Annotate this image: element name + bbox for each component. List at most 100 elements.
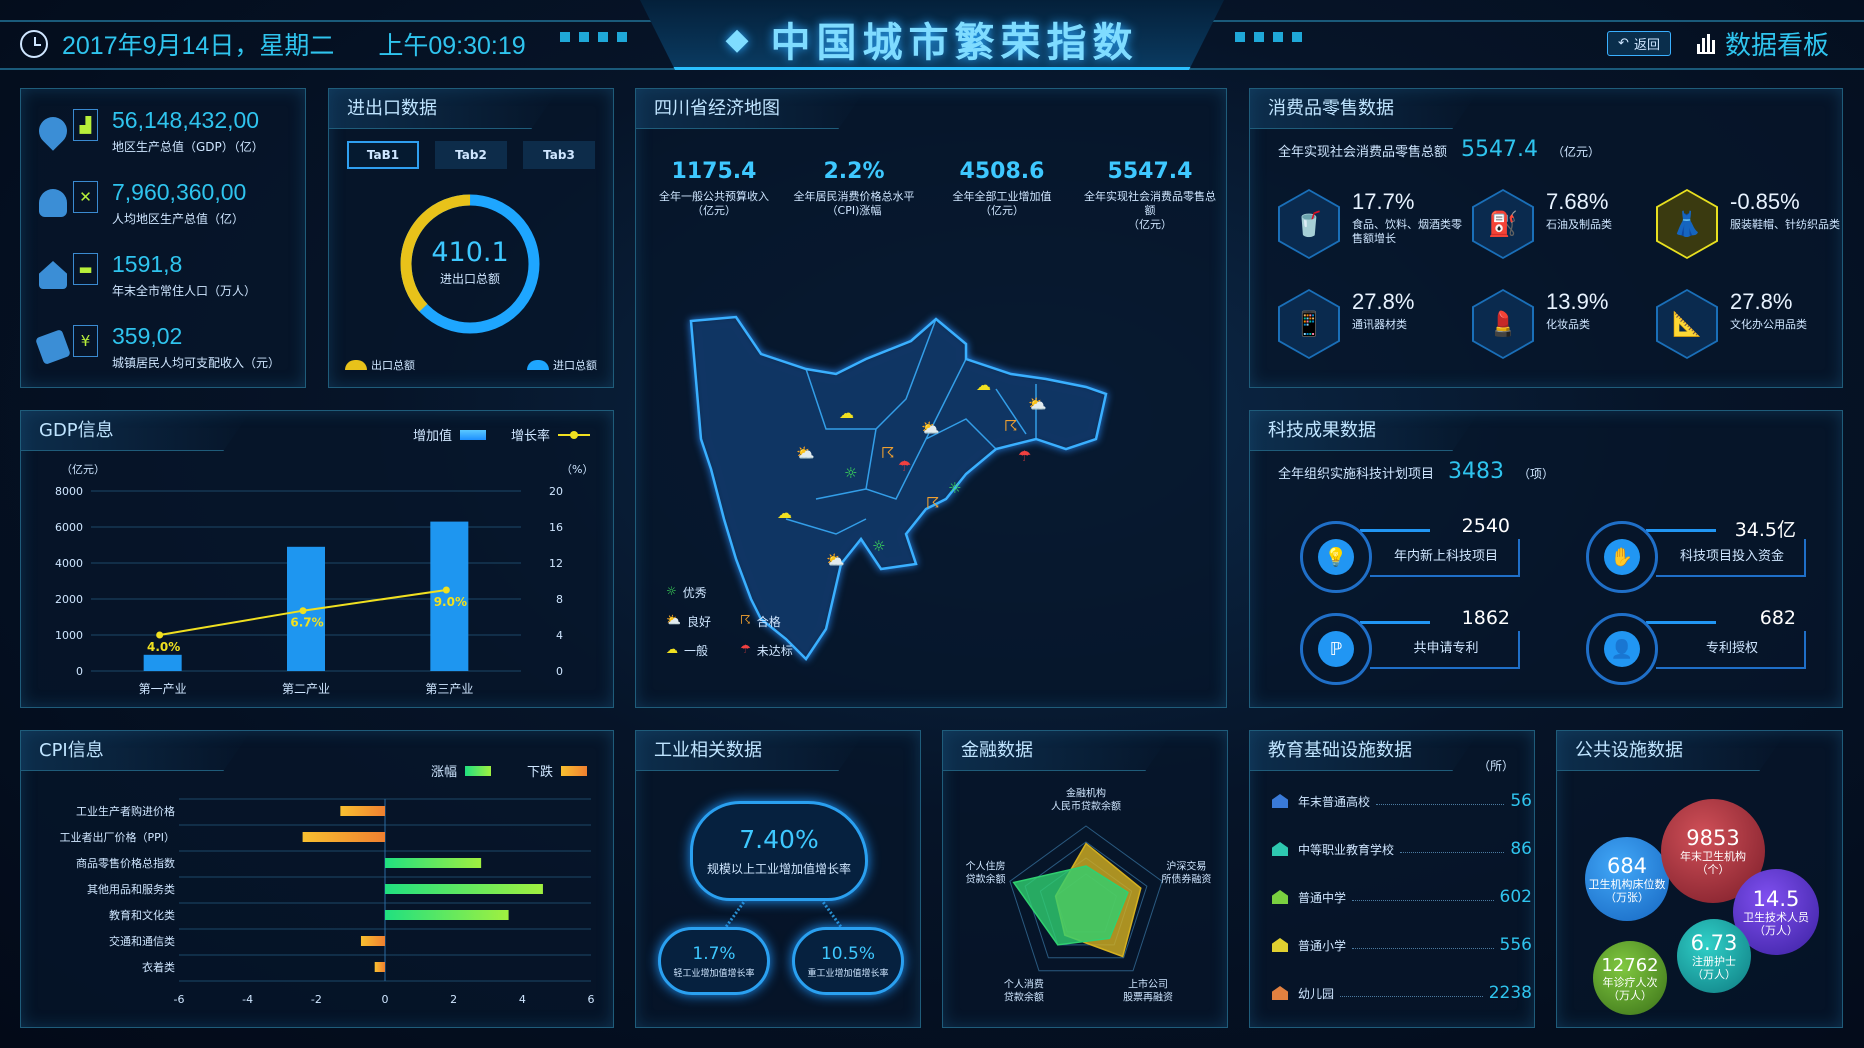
panel-title: 科技成果数据	[1250, 411, 1480, 451]
x-tick-label: 第一产业	[139, 682, 187, 696]
cloud-main: 7.40% 规模以上工业增加值增长率	[690, 801, 868, 901]
map-partly-cloudy-icon[interactable]: ⛅	[1028, 395, 1047, 413]
map-cloud-icon[interactable]: ☁	[976, 376, 991, 394]
category-label: 商品零售价格总指数	[76, 856, 175, 870]
stat-budget: 1175.4 全年一般公共预算收入 （亿元）	[659, 159, 769, 217]
bubble-beds: 684 卫生机构床位数 （万张）	[1585, 837, 1669, 921]
consumer-item: 🥤 17.7% 食品、饮料、烟酒类零售额增长	[1278, 189, 1462, 259]
header: 2017年9月14日，星期二 上午09:30:19 ◆ 中国城市繁荣指数 ↶ 返…	[0, 0, 1864, 88]
x-tick-label: -2	[311, 993, 322, 1006]
drink-icon: 🥤	[1280, 191, 1338, 257]
location-pin-icon	[33, 111, 73, 151]
y2-tick-label: 8	[556, 593, 563, 606]
cloud-icon: ☁	[666, 642, 678, 656]
edu-row: 幼儿园 2238	[1272, 983, 1532, 1003]
growth-point	[299, 607, 307, 615]
panel-title: 四川省经济地图	[636, 89, 866, 129]
legend-fail: ☂ 未达标	[740, 642, 793, 658]
data-board-label: 数据看板	[1697, 25, 1829, 62]
factory-icon: ▟	[73, 109, 98, 141]
tab-1[interactable]: TaB1	[347, 141, 419, 169]
phone-icon: 📱	[1280, 291, 1338, 357]
radar-axis-label: 个人住房	[966, 859, 1006, 872]
map-panel: 四川省经济地图 1175.4 全年一般公共预算收入 （亿元） 2.2% 全年居民消费价…	[635, 88, 1227, 708]
x-tick-label: 第三产业	[425, 682, 473, 696]
map-thunder-cloud-icon[interactable]: ☈	[1004, 417, 1017, 435]
stat-retail: 5547.4 全年实现社会消费品零售总额 （亿元）	[1084, 159, 1216, 231]
category-label: 工业生产者购进价格	[76, 804, 175, 818]
cpi-bar-fall	[360, 936, 385, 946]
kpi-gdp-per-capita: ✕ 7,960,360,00 人均地区生产总值（亿）	[39, 179, 246, 227]
tech-item-funding: ✋ 34.5亿 科技项目投入资金	[1586, 519, 1806, 601]
y-tick-label: 0	[76, 665, 83, 678]
y-tick-label: 8000	[55, 485, 83, 498]
y2-tick-label: 20	[549, 485, 563, 498]
map-sun-icon[interactable]: ☼	[844, 464, 857, 482]
tab-2[interactable]: Tab2	[435, 141, 507, 169]
map-cloud-icon[interactable]: ☁	[777, 504, 792, 522]
education-panel: 教育基础设施数据 （所） 年末普通高校 56 中等职业教育学校 86 普通中学 602…	[1249, 730, 1535, 1028]
legend-added-value: 增加值	[413, 425, 487, 444]
legend-import: 进口总额	[527, 357, 597, 373]
consumer-item: 👗 -0.85% 服装鞋帽、针纺织品类	[1656, 189, 1840, 259]
panel-title: 公共设施数据	[1557, 731, 1787, 771]
radar-axis-label: 上市公司	[1128, 977, 1168, 990]
partly-cloudy-icon: ⛅	[666, 613, 681, 627]
public-panel: 公共设施数据 684 卫生机构床位数 （万张） 9853 年末卫生机构 （个） 14.5…	[1556, 730, 1843, 1028]
datetime: 2017年9月14日，星期二 上午09:30:19	[20, 26, 526, 62]
map-cloud-icon[interactable]: ☁	[839, 404, 854, 422]
trade-tabs: TaB1 Tab2 Tab3	[347, 141, 595, 169]
y-tick-label: 1000	[55, 629, 83, 642]
worker-icon	[39, 189, 67, 217]
x-tick-label: 4	[519, 993, 526, 1006]
map-sun-icon[interactable]: ☼	[872, 537, 885, 555]
kpi-income: ¥ 359,02 城镇居民人均可支配收入（元）	[35, 323, 280, 371]
x-tick-label: 2	[450, 993, 457, 1006]
growth-point	[442, 586, 450, 594]
map-legend: ☼ 优秀 ⛅ 良好 ☈ 合格 ☁ 一般 ☂ 未达标	[666, 584, 793, 659]
panel-title: CPI信息	[21, 731, 251, 771]
bubble-visits: 12762 年诊疗人次 （万人）	[1593, 941, 1667, 1015]
edu-row: 年末普通高校 56	[1272, 791, 1532, 811]
x-tick-label: 0	[382, 993, 389, 1006]
sun-icon: ☼	[666, 584, 677, 598]
y2-tick-label: 12	[549, 557, 563, 570]
tab-3[interactable]: Tab3	[523, 141, 595, 169]
category-label: 其他用品和服务类	[87, 882, 175, 896]
fuel-icon: ⛽	[1474, 191, 1532, 257]
cpi-bar-rise	[385, 858, 482, 868]
map-thunder-cloud-icon[interactable]: ☈	[881, 444, 894, 462]
edu-row: 普通中学 602	[1272, 887, 1532, 907]
consumer-item: 📱 27.8% 通讯器材类	[1278, 289, 1462, 359]
school-icon	[1272, 938, 1288, 952]
map-rain-cloud-icon[interactable]: ☂	[1018, 447, 1031, 465]
x-tick-label: -4	[242, 993, 253, 1006]
map-sun-icon[interactable]: ☼	[948, 479, 961, 497]
patent-icon: ℙ	[1318, 631, 1354, 667]
map-thunder-cloud-icon[interactable]: ☈	[926, 494, 939, 512]
map-partly-cloudy-icon[interactable]: ⛅	[826, 551, 845, 569]
panel-title: GDP信息	[21, 411, 251, 451]
legend-pass: ☈ 合格	[740, 613, 781, 629]
growth-label: 4.0%	[147, 640, 180, 654]
tech-total: 全年组织实施科技计划项目 3483 （项）	[1278, 459, 1555, 484]
map-partly-cloudy-icon[interactable]: ⛅	[921, 419, 940, 437]
radar-axis-label: 贷款余额	[1004, 990, 1044, 1003]
card-gear-icon	[35, 329, 71, 365]
legend-normal: ☁ 一般	[666, 642, 709, 658]
bar-chart-icon	[1697, 33, 1715, 54]
education-unit: （所）	[1477, 759, 1514, 773]
bar-swatch	[460, 429, 487, 440]
map-partly-cloudy-icon[interactable]: ⛅	[796, 444, 815, 462]
cloud-heavy-industry: 10.5% 重工业增加值增长率	[792, 927, 904, 995]
map-rain-cloud-icon[interactable]: ☂	[898, 457, 911, 475]
time-text: 上午09:30:19	[378, 32, 526, 60]
cosmetics-icon: 💄	[1474, 291, 1532, 357]
house-icon	[39, 261, 67, 289]
header-dots-right	[1235, 32, 1302, 42]
legend-growth-rate: 增长率	[511, 425, 591, 444]
cpi-bar-rise	[385, 910, 509, 920]
export-arc-icon	[345, 360, 367, 370]
back-button[interactable]: ↶ 返回	[1607, 31, 1671, 56]
radar-axis-label: 个人消费	[1004, 977, 1044, 990]
